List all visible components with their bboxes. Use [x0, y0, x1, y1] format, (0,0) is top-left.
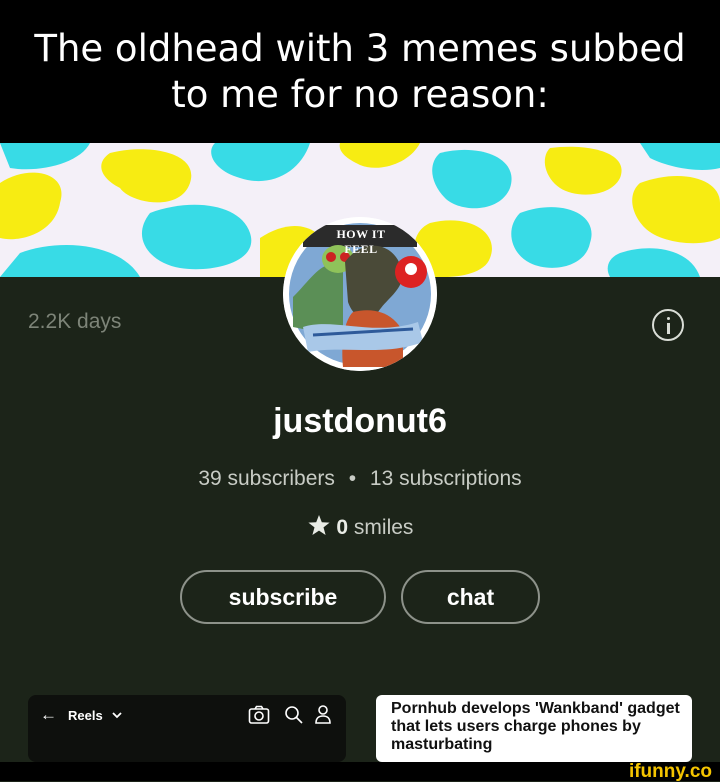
- account-age: 2.2K days: [28, 310, 122, 333]
- caption-line-1: The oldhead with 3 memes subbed: [34, 26, 686, 70]
- user-icon: [315, 705, 331, 724]
- meme-caption: The oldhead with 3 memes subbed to me fo…: [0, 0, 720, 143]
- chevron-down-icon: [112, 712, 122, 719]
- subscribers-count[interactable]: 39 subscribers: [198, 467, 335, 490]
- info-icon[interactable]: [652, 309, 684, 341]
- subscriptions-count[interactable]: 13 subscriptions: [370, 467, 522, 490]
- smiles-count: 0: [336, 516, 349, 539]
- stats-separator: •: [348, 467, 357, 490]
- reels-label: Reels: [68, 708, 103, 723]
- footer-bar: ifunny.co: [0, 762, 720, 781]
- ifunny-watermark: ifunny.co: [628, 761, 712, 782]
- smiles-stat: 0 smiles: [0, 514, 720, 540]
- reels-thumbnail[interactable]: ← Reels: [28, 695, 346, 762]
- subscribe-button[interactable]: subscribe: [180, 570, 386, 624]
- caption-line-2: to me for no reason:: [171, 72, 549, 116]
- back-arrow-icon: ←: [40, 705, 57, 724]
- subscription-stats: 39 subscribers • 13 subscriptions: [0, 467, 720, 491]
- username: justdonut6: [273, 402, 447, 440]
- star-icon: [307, 515, 330, 535]
- news-headline: Pornhub develops 'Wankband' gadget that …: [391, 700, 680, 753]
- news-thumbnail[interactable]: Pornhub develops 'Wankband' gadget that …: [376, 695, 692, 762]
- camera-icon: [248, 705, 270, 724]
- smiles-label: smiles: [353, 516, 414, 539]
- avatar[interactable]: HOW IT FEEL: [283, 217, 437, 371]
- chat-button[interactable]: chat: [401, 570, 540, 624]
- avatar-badge-text: HOW IT FEEL: [336, 227, 386, 256]
- search-icon: [285, 706, 303, 724]
